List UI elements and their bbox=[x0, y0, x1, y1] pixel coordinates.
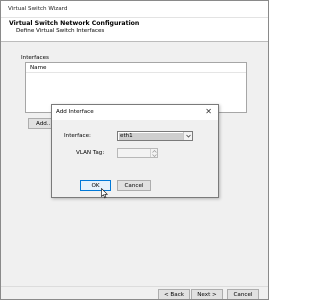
dialog-cancel-label: Cancel bbox=[124, 183, 144, 189]
dialog-title: Add Interface bbox=[56, 109, 94, 115]
close-icon[interactable]: ✕ bbox=[205, 107, 212, 116]
page-subtitle: Define Virtual Switch Interfaces bbox=[16, 28, 105, 34]
vlan-tag-label: VLAN Tag: bbox=[76, 150, 105, 156]
interface-select[interactable]: eth1 bbox=[117, 131, 193, 141]
vlan-tag-stepper[interactable] bbox=[117, 148, 158, 158]
back-button[interactable]: < Back bbox=[158, 289, 190, 299]
wizard-cancel-label: Cancel bbox=[233, 292, 253, 298]
interface-value: eth1 bbox=[120, 133, 133, 139]
page-title: Virtual Switch Network Configuration bbox=[9, 20, 140, 27]
next-button[interactable]: Next > bbox=[191, 289, 223, 299]
interfaces-label: Interfaces bbox=[21, 55, 49, 61]
interface-label: Interface: bbox=[64, 133, 91, 139]
stepper-down-icon bbox=[152, 154, 157, 157]
mouse-cursor-icon bbox=[101, 188, 108, 199]
stepper-arrows[interactable] bbox=[150, 149, 157, 157]
wizard-header: Virtual Switch Network Configuration Def… bbox=[1, 18, 268, 42]
back-button-label: < Back bbox=[163, 292, 185, 298]
add-interface-dialog: Add Interface ✕ Interface: eth1 VLAN Tag… bbox=[51, 104, 219, 199]
next-button-label: Next > bbox=[197, 292, 217, 298]
chevron-down-icon[interactable] bbox=[183, 132, 192, 140]
dialog-cancel-button[interactable]: Cancel bbox=[117, 180, 151, 191]
column-header-name[interactable]: Name bbox=[30, 65, 47, 71]
window-titlebar: Virtual Switch Wizard bbox=[1, 1, 268, 18]
add-button-label: Add... bbox=[36, 121, 53, 127]
dialog-titlebar: Add Interface ✕ bbox=[52, 105, 218, 120]
stepper-up-icon bbox=[152, 150, 157, 153]
window-title: Virtual Switch Wizard bbox=[8, 6, 68, 12]
footer-divider bbox=[1, 286, 268, 287]
list-header[interactable]: Name bbox=[26, 63, 246, 73]
wizard-cancel-button[interactable]: Cancel bbox=[227, 289, 259, 299]
